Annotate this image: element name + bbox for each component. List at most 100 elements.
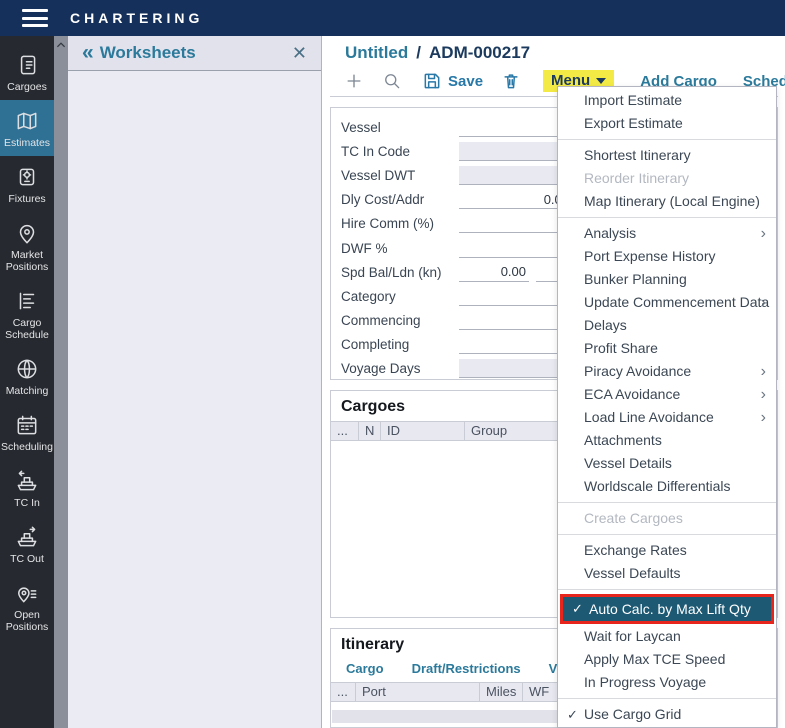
menu-item-label: Attachments <box>584 432 662 448</box>
sidebar-item-label: Matching <box>6 385 49 397</box>
sidebar-item-cargo-schedule[interactable]: Cargo Schedule <box>0 280 54 348</box>
column-header-miles[interactable]: Miles <box>479 683 522 701</box>
menu-item-label: ECA Avoidance <box>584 386 680 402</box>
menu-item-reorder-itinerary: Reorder Itinerary <box>558 167 776 190</box>
menu-item-label: Map Itinerary (Local Engine) <box>584 193 760 209</box>
menu-item-vessel-defaults[interactable]: Vessel Defaults <box>558 562 776 585</box>
field-label: Vessel DWT <box>341 168 459 183</box>
cargoes-icon <box>14 52 40 78</box>
delete-icon[interactable] <box>501 71 521 91</box>
column-header-n[interactable]: N <box>358 422 380 440</box>
sidebar-item-label: Cargoes <box>7 81 47 93</box>
sidebar-item-market-positions[interactable]: Market Positions <box>0 212 54 280</box>
menu-item-profit-share[interactable]: Profit Share <box>558 337 776 360</box>
menu-item-piracy-avoidance[interactable]: Piracy Avoidance› <box>558 360 776 383</box>
menu-item-label: Import Estimate <box>584 92 682 108</box>
menu-item-update-commencement-data[interactable]: Update Commencement Data› <box>558 291 776 314</box>
menu-item-label: Worldscale Differentials <box>584 478 731 494</box>
menu-item-label: Create Cargoes <box>584 510 683 526</box>
menu-item-vessel-details[interactable]: Vessel Details <box>558 452 776 475</box>
menu-item-label: Auto Calc. by Max Lift Qty <box>589 601 751 617</box>
sidebar-item-scheduling[interactable]: Scheduling <box>0 404 54 460</box>
column-header-[interactable]: ... <box>331 683 355 701</box>
menu-separator <box>558 217 776 218</box>
submenu-arrow-icon: › <box>761 222 766 245</box>
column-header-port[interactable]: Port <box>355 683 479 701</box>
sidebar-item-matching[interactable]: Matching <box>0 348 54 404</box>
field-label: Voyage Days <box>341 361 459 376</box>
menu-item-exchange-rates[interactable]: Exchange Rates <box>558 539 776 562</box>
document-title: Untitled / ADM-000217 <box>345 43 530 63</box>
menu-item-label: Vessel Details <box>584 455 672 471</box>
column-header-id[interactable]: ID <box>380 422 464 440</box>
sidebar-item-open-positions[interactable]: Open Positions <box>0 572 54 640</box>
document-name: Untitled <box>345 43 408 63</box>
menu-item-analysis[interactable]: Analysis› <box>558 222 776 245</box>
menu-item-use-cargo-grid[interactable]: ✓Use Cargo Grid <box>558 703 776 726</box>
sidebar-item-tc-in[interactable]: TC In <box>0 460 54 516</box>
menu-item-label: Reorder Itinerary <box>584 170 689 186</box>
matching-icon <box>14 356 40 382</box>
field-label: Commencing <box>341 313 459 328</box>
close-icon[interactable]: ✕ <box>292 43 307 64</box>
sidebar-item-cargoes[interactable]: Cargoes <box>0 44 54 100</box>
menu-item-attachments[interactable]: Attachments <box>558 429 776 452</box>
hamburger-menu-icon[interactable] <box>22 9 48 27</box>
menu-item-worldscale-differentials[interactable]: Worldscale Differentials <box>558 475 776 498</box>
menu-item-label: Port Expense History <box>584 248 716 264</box>
field-label: TC In Code <box>341 144 459 159</box>
menu-item-auto-calc-by-max-lift-qty[interactable]: ✓ Auto Calc. by Max Lift Qty <box>563 597 771 621</box>
save-label: Save <box>448 73 483 90</box>
title-separator: / <box>416 43 421 63</box>
menu-item-delays[interactable]: Delays <box>558 314 776 337</box>
menu-item-map-itinerary-local-engine[interactable]: Map Itinerary (Local Engine) <box>558 190 776 213</box>
sidebar-item-label: TC Out <box>10 553 44 565</box>
menu-item-shortest-itinerary[interactable]: Shortest Itinerary <box>558 144 776 167</box>
scheduling-icon <box>14 412 40 438</box>
field-label: DWF % <box>341 241 459 256</box>
menu-item-label: Delays <box>584 317 627 333</box>
chevron-down-icon <box>596 78 606 84</box>
menu-item-label: Use Cargo Grid <box>584 706 681 722</box>
menu-item-import-estimate[interactable]: Import Estimate <box>558 89 776 112</box>
left-nav: Cargoes EstimatesFixturesMarket Positions… <box>0 36 54 728</box>
checkmark-icon: ✓ <box>572 597 583 621</box>
menu-item-wait-for-laycan[interactable]: Wait for Laycan <box>558 625 776 648</box>
column-header-[interactable]: ... <box>331 422 358 440</box>
submenu-arrow-icon: › <box>761 291 766 314</box>
worksheets-panel: « Worksheets ✕ <box>68 36 322 728</box>
tc-out-icon <box>14 524 40 550</box>
menu-item-in-progress-voyage[interactable]: In Progress Voyage <box>558 671 776 694</box>
menu-item-load-line-avoidance[interactable]: Load Line Avoidance› <box>558 406 776 429</box>
menu-item-apply-max-tce-speed[interactable]: Apply Max TCE Speed <box>558 648 776 671</box>
sidebar-item-fixtures[interactable]: Fixtures <box>0 156 54 212</box>
menu-item-port-expense-history[interactable]: Port Expense History <box>558 245 776 268</box>
menu-item-export-estimate[interactable]: Export Estimate <box>558 112 776 135</box>
save-icon <box>422 71 442 91</box>
app-title: CHARTERING <box>70 10 203 26</box>
nav-scrollbar[interactable] <box>54 36 68 728</box>
save-button[interactable]: Save <box>422 71 483 91</box>
dly-cost-addr-input[interactable]: 0.00 <box>459 190 572 209</box>
submenu-arrow-icon: › <box>761 383 766 406</box>
menu-item-label: Update Commencement Data <box>584 294 769 310</box>
menu-item-eca-avoidance[interactable]: ECA Avoidance › <box>558 383 776 406</box>
menu-item-bunker-planning[interactable]: Bunker Planning <box>558 268 776 291</box>
menu-item-label: Vessel Defaults <box>584 565 681 581</box>
itinerary-tab-cargo[interactable]: Cargo <box>346 661 384 676</box>
spd-bal-ldn-kn-input[interactable]: 0.00 <box>459 263 529 282</box>
field-label: Spd Bal/Ldn (kn) <box>341 265 459 280</box>
estimates-icon <box>14 108 40 134</box>
menu-separator <box>558 534 776 535</box>
itinerary-tab-draft-restrictions[interactable]: Draft/Restrictions <box>412 661 521 676</box>
sidebar-item-estimates[interactable]: Estimates <box>0 100 54 156</box>
menu-separator <box>558 139 776 140</box>
menu-separator <box>558 502 776 503</box>
collapse-panel-icon[interactable]: « <box>82 43 94 63</box>
add-icon[interactable] <box>344 71 364 91</box>
sidebar-item-tc-out[interactable]: TC Out <box>0 516 54 572</box>
search-icon[interactable] <box>382 71 402 91</box>
menu-item-label: Profit Share <box>584 340 658 356</box>
menu-dropdown: Import Estimate Export Estimate Shortest I… <box>557 86 777 728</box>
menu-separator <box>558 589 776 590</box>
